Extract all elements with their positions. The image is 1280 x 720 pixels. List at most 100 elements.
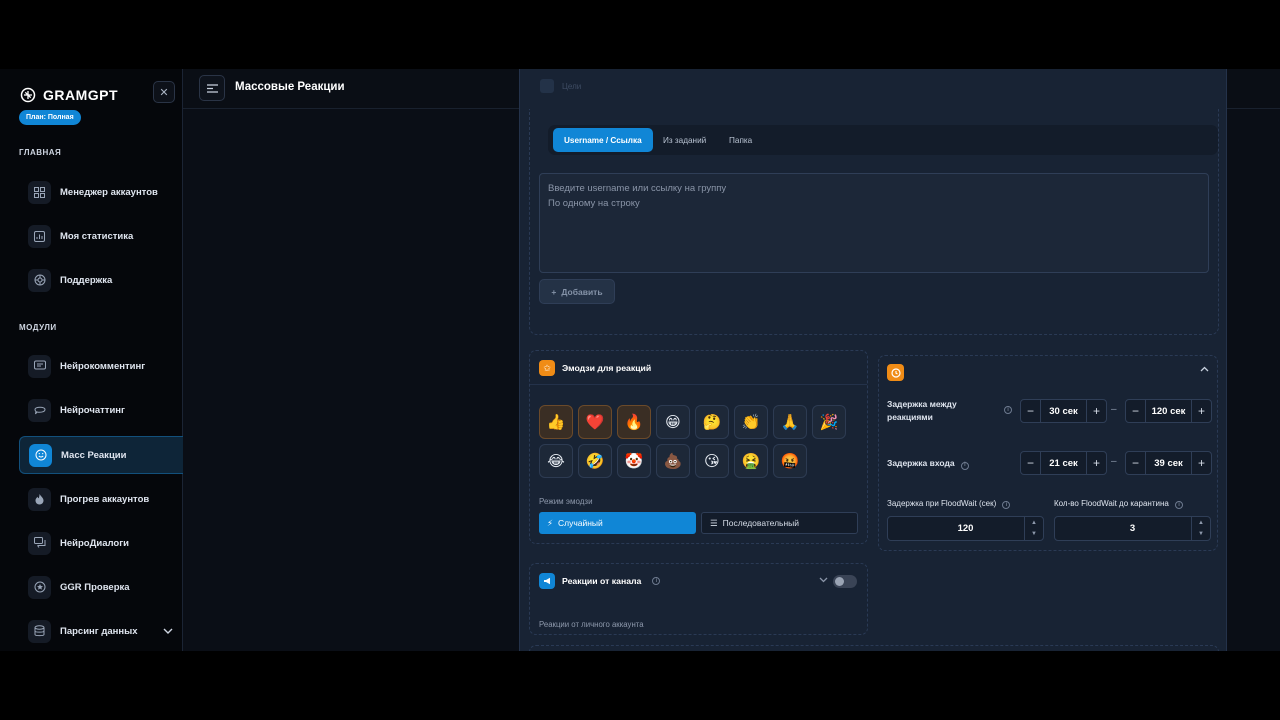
emoji-option[interactable]: ❤️ — [578, 405, 612, 439]
lightning-icon: ⚡ — [547, 517, 553, 528]
star-circle-icon — [28, 575, 51, 599]
emoji-option[interactable]: 💩 — [656, 444, 690, 478]
section-title-main: ГЛАВНАЯ — [19, 148, 62, 157]
emoji-option[interactable]: 😁 — [656, 405, 690, 439]
minus-icon[interactable]: − — [1021, 400, 1040, 422]
tab-username-link[interactable]: Username / Ссылка — [553, 128, 653, 152]
plus-icon[interactable]: + — [1192, 400, 1211, 422]
sidebar-item-label: Прогрев аккаунтов — [60, 493, 150, 505]
megaphone-icon — [539, 573, 555, 589]
gramgpt-logo-icon — [20, 87, 36, 103]
emoji-option[interactable]: 🤣 — [578, 444, 612, 478]
emoji-option[interactable]: 🔥 — [617, 405, 651, 439]
reaction-delay-min-value[interactable]: 30 сек — [1040, 400, 1087, 422]
timer-icon — [887, 364, 904, 381]
spin-down-icon[interactable]: ▼ — [1198, 531, 1204, 537]
minus-icon[interactable]: − — [1126, 452, 1145, 474]
close-sidebar-button[interactable]: ✕ — [153, 81, 175, 103]
reaction-delay-max-stepper[interactable]: − 120 сек + — [1125, 399, 1212, 423]
plus-icon[interactable]: + — [1087, 452, 1106, 474]
targets-textarea[interactable]: Введите username или ссылку на группу По… — [539, 173, 1209, 273]
chevron-up-icon[interactable] — [1200, 364, 1209, 374]
reaction-delay-min-stepper[interactable]: − 30 сек + — [1020, 399, 1107, 423]
emoji-option[interactable]: 🎉 — [812, 405, 846, 439]
channel-reactions-subtitle: Реакции от личного аккаунта — [539, 620, 644, 629]
info-icon[interactable]: i — [1004, 406, 1012, 414]
floodwait-count-input[interactable]: 3 ▲ ▼ — [1054, 516, 1211, 541]
minus-icon[interactable]: − — [1021, 452, 1040, 474]
join-delay-label: Задержка входа i — [887, 457, 969, 470]
plus-icon: + — [551, 286, 557, 297]
sidebar-item-ggr-check[interactable]: GGR Проверка — [19, 568, 183, 606]
emoji-option[interactable]: 🤔 — [695, 405, 729, 439]
sidebar-item-mass-reactions[interactable]: Масс Реакции — [19, 436, 183, 474]
sidebar-item-account-manager[interactable]: Менеджер аккаунтов — [19, 173, 183, 211]
mode-sequential-button[interactable]: ☰ Последовательный — [701, 512, 858, 534]
tab-from-tasks[interactable]: Из заданий — [652, 128, 717, 152]
reaction-delay-max-value[interactable]: 120 сек — [1145, 400, 1192, 422]
emoji-option[interactable]: 🤮 — [734, 444, 768, 478]
menu-toggle-button[interactable] — [199, 75, 225, 101]
targets-section-header: Цели — [540, 79, 581, 93]
number-spinner[interactable]: ▲ ▼ — [1191, 517, 1210, 540]
sidebar-item-data-parsing[interactable]: Парсинг данных — [19, 612, 183, 650]
plan-badge: План: Полная — [19, 110, 81, 125]
sidebar-item-account-warmup[interactable]: Прогрев аккаунтов — [19, 480, 183, 518]
brand[interactable]: GRAMGPT — [20, 87, 118, 103]
chevron-down-icon[interactable] — [163, 626, 173, 637]
sidebar-item-support[interactable]: Поддержка — [19, 261, 183, 299]
info-icon[interactable]: i — [1175, 501, 1184, 509]
list-icon: ☰ — [710, 517, 718, 528]
spin-down-icon[interactable]: ▼ — [1031, 531, 1037, 537]
emoji-option[interactable]: 😂 — [539, 444, 573, 478]
join-delay-min-stepper[interactable]: − 21 сек + — [1020, 451, 1107, 475]
smile-icon — [29, 443, 52, 467]
join-delay-min-value[interactable]: 21 сек — [1040, 452, 1087, 474]
mode-random-label: Случайный — [557, 518, 603, 528]
emoji-option[interactable]: 🤬 — [773, 444, 807, 478]
app-frame: GRAMGPT План: Полная ✕ ГЛАВНАЯ Менеджер … — [0, 69, 1280, 651]
info-icon[interactable]: i — [1002, 501, 1011, 509]
mode-random-button[interactable]: ⚡ Случайный — [539, 512, 696, 534]
join-delay-max-stepper[interactable]: − 39 сек + — [1125, 451, 1212, 475]
floodwait-delay-input[interactable]: 120 ▲ ▼ — [887, 516, 1044, 541]
emoji-option[interactable]: 🙏 — [773, 405, 807, 439]
chevron-down-icon[interactable] — [819, 575, 828, 585]
sidebar-item-neurodialogs[interactable]: НейроДиалоги — [19, 524, 183, 562]
add-target-button[interactable]: + Добавить — [539, 279, 615, 304]
spin-up-icon[interactable]: ▲ — [1198, 520, 1204, 526]
sidebar-item-neurocommenting[interactable]: Нейрокомментинг — [19, 347, 183, 385]
range-dash: – — [1111, 456, 1117, 467]
tab-folder[interactable]: Папка — [718, 128, 763, 152]
close-icon: ✕ — [159, 86, 169, 99]
floodwait-count-text: Кол-во FloodWait до карантина — [1054, 499, 1169, 508]
plus-icon[interactable]: + — [1087, 400, 1106, 422]
sidebar-item-neurochatting[interactable]: Нейрочаттинг — [19, 391, 183, 429]
floodwait-count-value: 3 — [1129, 523, 1136, 534]
menu-icon — [206, 83, 218, 93]
sidebar-item-my-stats[interactable]: Моя статистика — [19, 217, 183, 255]
sidebar-item-label: Поддержка — [60, 274, 113, 286]
join-delay-max-value[interactable]: 39 сек — [1145, 452, 1192, 474]
sidebar: GRAMGPT План: Полная ✕ ГЛАВНАЯ Менеджер … — [0, 69, 183, 651]
delay-settings-card: Задержка между реакциями i − 30 сек + – … — [878, 355, 1218, 551]
info-icon[interactable]: i — [652, 577, 661, 585]
emoji-card-header: ✩ Эмодзи для реакций — [539, 360, 651, 376]
emoji-option[interactable]: 🤡 — [617, 444, 651, 478]
info-icon[interactable]: i — [960, 461, 969, 470]
channel-reactions-header: Реакции от канала i — [539, 573, 661, 589]
emoji-option[interactable]: 😘 — [695, 444, 729, 478]
join-delay-text: Задержка входа — [887, 458, 955, 468]
number-spinner[interactable]: ▲ ▼ — [1024, 517, 1043, 540]
emoji-option[interactable]: 👍 — [539, 405, 573, 439]
fire-icon — [28, 487, 51, 511]
emoji-option[interactable]: 👏 — [734, 405, 768, 439]
channel-reactions-title: Реакции от канала — [562, 576, 642, 586]
plus-icon[interactable]: + — [1192, 452, 1211, 474]
floodwait-count-label: Кол-во FloodWait до карантина i — [1054, 499, 1184, 509]
spin-up-icon[interactable]: ▲ — [1031, 520, 1037, 526]
sidebar-item-label: Моя статистика — [60, 230, 134, 242]
minus-icon[interactable]: − — [1126, 400, 1145, 422]
page-title: Массовые Реакции — [235, 81, 345, 93]
channel-reactions-toggle[interactable] — [833, 575, 857, 588]
